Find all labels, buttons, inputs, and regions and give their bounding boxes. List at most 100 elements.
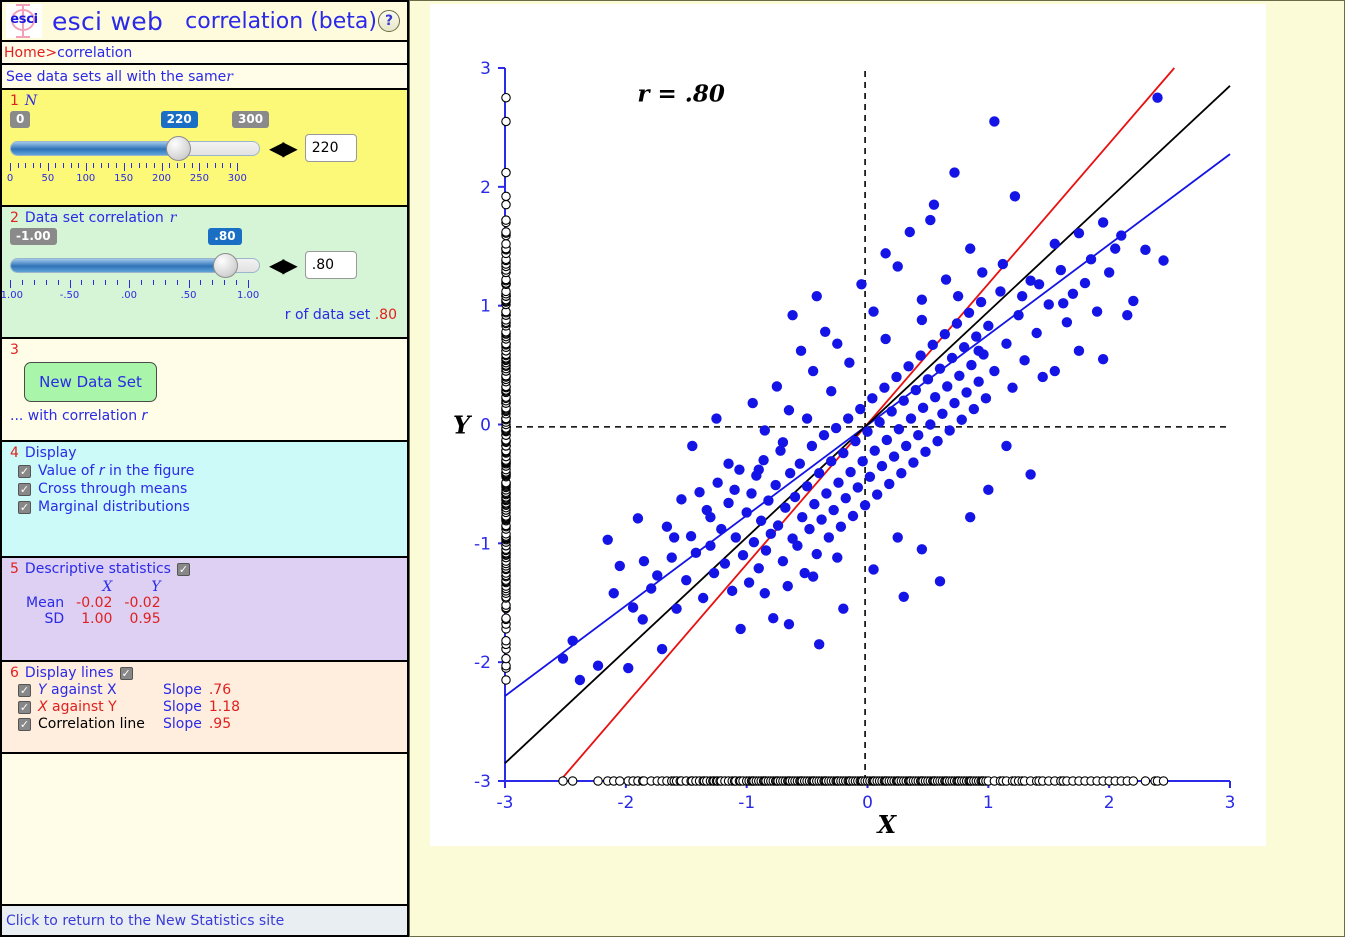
data-point — [859, 500, 871, 511]
checkbox-y-against-x[interactable]: ✓ — [18, 683, 31, 697]
data-point — [1122, 309, 1133, 321]
marginal-x-dot — [1128, 776, 1139, 786]
data-point — [823, 532, 835, 543]
data-point — [973, 376, 984, 387]
breadcrumb-home-link[interactable]: Home> — [4, 45, 57, 61]
r-stepper-arrows[interactable]: ◀▶ — [269, 255, 298, 275]
data-point — [797, 511, 808, 523]
data-point — [908, 457, 919, 468]
data-point — [852, 482, 864, 493]
data-point — [730, 532, 741, 543]
checkbox-row-cross-through-means[interactable]: ✓ Cross through means — [2, 479, 407, 497]
data-point — [765, 528, 777, 540]
r-slider-handle[interactable] — [213, 252, 239, 278]
data-point — [726, 585, 738, 597]
section-r-title: Data set correlation — [24, 210, 164, 226]
data-point — [910, 384, 922, 396]
r-value-input[interactable]: .80 — [304, 251, 357, 279]
data-point — [826, 386, 837, 397]
data-point — [747, 397, 758, 409]
help-icon[interactable]: ? — [378, 10, 400, 32]
line-row-correlation-line[interactable]: ✓ Correlation line Slope .95 — [2, 715, 407, 732]
x-tick-label: 0 — [862, 793, 873, 813]
data-point — [1031, 327, 1042, 339]
data-point — [1061, 317, 1073, 328]
data-point — [868, 306, 879, 317]
n-slider-handle[interactable] — [165, 135, 191, 161]
checkbox-row-marginal-distributions[interactable]: ✓ Marginal distributions — [2, 497, 407, 515]
section-n-number: 1 — [10, 93, 19, 109]
data-point — [971, 331, 982, 342]
data-point — [917, 402, 929, 414]
return-to-new-statistics-link[interactable]: Click to return to the New Statistics si… — [6, 913, 284, 929]
line-row-x-against-y[interactable]: ✓ X against Y Slope 1.18 — [2, 698, 407, 715]
data-point — [965, 511, 976, 523]
data-point — [989, 365, 1000, 377]
new-data-set-button[interactable]: New Data Set — [24, 362, 157, 402]
display-item-2-label: Marginal distributions — [38, 499, 190, 515]
table-header-row: X Y — [20, 579, 167, 595]
section-lines-number: 6 — [10, 665, 19, 681]
data-point — [862, 426, 873, 437]
data-point — [723, 458, 734, 469]
data-point — [946, 352, 958, 364]
line-row-y-against-x[interactable]: ✓ Y against X Slope .76 — [2, 681, 407, 698]
data-point — [784, 468, 796, 479]
data-point — [973, 345, 984, 357]
checkbox-display-lines[interactable]: ✓ — [119, 666, 133, 680]
marginal-x-dot — [1158, 776, 1169, 786]
n-stepper-arrows[interactable]: ◀▶ — [269, 138, 298, 158]
data-point — [652, 570, 663, 581]
data-point — [966, 359, 977, 371]
line-0-name-var: Y — [38, 682, 47, 698]
section-display-number: 4 — [10, 445, 19, 461]
data-point — [958, 342, 970, 353]
data-point — [833, 477, 844, 488]
data-point — [1058, 298, 1069, 309]
data-point — [811, 548, 822, 560]
checkbox-cross-through-means[interactable]: ✓ — [18, 482, 31, 496]
data-point — [632, 513, 644, 524]
data-point — [925, 419, 936, 430]
line-1-name-var: X — [38, 699, 48, 715]
checkbox-row-value-of-r[interactable]: ✓ Value of r in the figure — [2, 461, 407, 479]
data-point — [735, 623, 746, 635]
n-value-input[interactable]: 220 — [304, 134, 357, 162]
data-point — [637, 614, 648, 625]
data-point — [681, 574, 692, 586]
data-point — [787, 309, 798, 321]
data-point — [869, 445, 880, 456]
checkbox-value-of-r[interactable]: ✓ — [18, 464, 31, 478]
data-point — [820, 326, 831, 338]
checkbox-descriptive-statistics[interactable]: ✓ — [176, 562, 190, 576]
r-slider[interactable] — [10, 252, 260, 278]
data-point — [989, 116, 1000, 127]
marginal-y-dot — [501, 227, 511, 237]
data-point — [888, 451, 900, 462]
data-point — [856, 279, 867, 290]
data-point — [623, 662, 634, 674]
checkbox-x-against-y[interactable]: ✓ — [18, 700, 31, 714]
section-newdata-number: 3 — [10, 342, 19, 358]
checkbox-marginal-distributions[interactable]: ✓ — [18, 500, 31, 514]
line-1-name-post: against Y — [47, 699, 117, 715]
footer-bar[interactable]: Click to return to the New Statistics si… — [0, 906, 409, 937]
data-point — [687, 440, 698, 452]
data-point — [1079, 277, 1091, 289]
header-bar: esci esci web correlation (beta) ? — [0, 0, 409, 42]
line-0-slope-value: .76 — [208, 682, 232, 698]
data-point — [1019, 355, 1030, 366]
marginal-y-dot — [501, 239, 511, 249]
data-point — [1025, 469, 1036, 480]
data-point — [929, 391, 941, 403]
data-point — [737, 550, 749, 561]
line-2-slope-label: Slope — [163, 716, 202, 732]
data-point — [705, 540, 716, 551]
scatter-plot[interactable]: -3 -2 -1 0 1 2 3 -3 -2 -1 0 1 2 3 Y Xr = .80 — [430, 4, 1266, 846]
marginal-y-dot — [501, 199, 511, 210]
sidebar-spacer — [0, 754, 409, 906]
n-slider[interactable] — [10, 135, 260, 161]
y-axis-label: Y — [453, 411, 473, 440]
checkbox-correlation-line[interactable]: ✓ — [18, 717, 31, 731]
data-point — [995, 286, 1006, 297]
